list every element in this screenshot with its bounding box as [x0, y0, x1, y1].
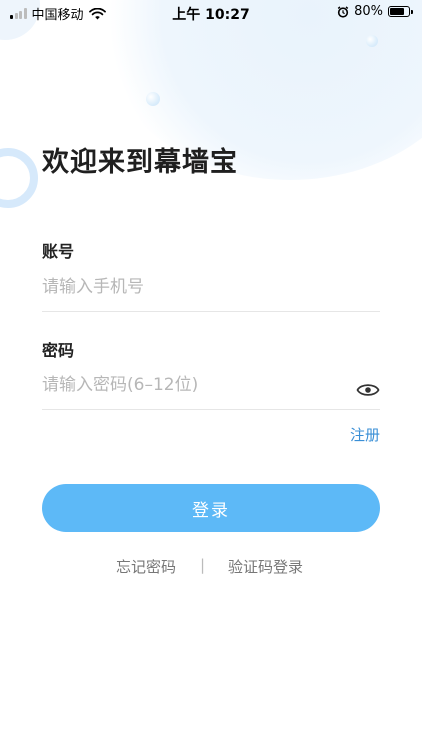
login-button[interactable]: 登录	[42, 484, 380, 532]
login-screen: 中国移动 上午 10:27 80% 欢迎来到幕墙宝 账号 密码	[0, 0, 422, 750]
bottom-links: 忘记密码 | 验证码登录	[0, 556, 422, 578]
password-label: 密码	[42, 341, 75, 360]
forgot-password-link[interactable]: 忘记密码	[116, 556, 176, 577]
password-input[interactable]	[42, 370, 342, 400]
status-bar-right: 80%	[337, 4, 413, 19]
battery-level	[390, 8, 405, 15]
eye-icon[interactable]	[356, 380, 380, 400]
battery-percent: 80%	[354, 4, 383, 19]
background-bubble	[366, 35, 378, 47]
welcome-title: 欢迎来到幕墙宝	[42, 147, 238, 178]
alarm-clock-icon	[337, 5, 349, 18]
background-ring	[0, 148, 38, 208]
account-divider	[42, 311, 380, 312]
sms-login-link[interactable]: 验证码登录	[228, 556, 303, 577]
link-separator: |	[200, 556, 206, 574]
background-bubble	[146, 92, 160, 106]
battery-icon	[388, 6, 413, 17]
password-divider	[42, 409, 380, 410]
phone-input[interactable]	[42, 272, 342, 302]
register-link[interactable]: 注册	[350, 424, 380, 445]
account-label: 账号	[42, 242, 75, 261]
status-bar: 中国移动 上午 10:27 80%	[0, 0, 422, 24]
